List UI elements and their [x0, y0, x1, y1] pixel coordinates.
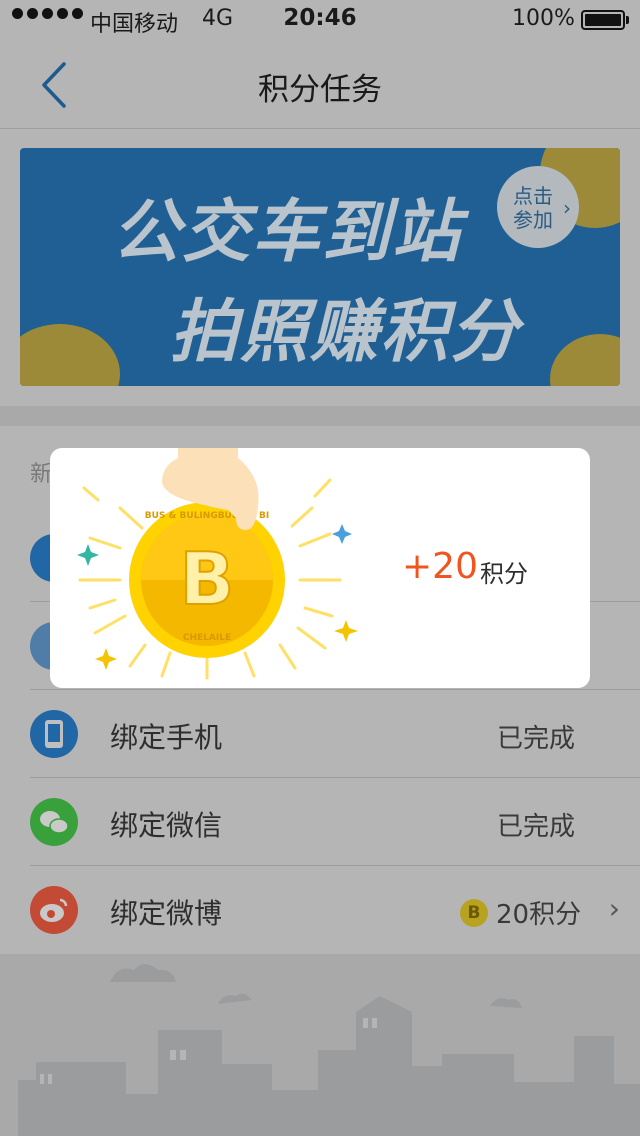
status-label: 已完成 — [496, 812, 575, 842]
chevron-right-icon: › — [563, 196, 571, 220]
task-label: 绑定手机 — [110, 721, 223, 754]
task-row-bind-weibo[interactable]: 绑定微博 B 20积分 › — [0, 866, 640, 954]
join-button[interactable]: 点击 参加 › — [497, 166, 579, 248]
city-skyline-illustration — [0, 954, 640, 1136]
coin-illustration: B CHELAILE BUS & BULINGBULING BI — [77, 448, 358, 680]
task-row-bind-phone[interactable]: 绑定手机 已完成 — [0, 690, 640, 778]
reward-points-amount: +20 — [402, 546, 478, 587]
wechat-icon — [30, 798, 78, 846]
promo-banner[interactable]: 公交车到站 拍照赚积分 点击 参加 › — [20, 148, 620, 386]
coin-letter: B — [180, 537, 235, 621]
banner-headline: 公交车到站 — [112, 193, 463, 272]
nav-bar: 积分任务 — [0, 40, 640, 129]
chevron-right-icon: › — [608, 892, 620, 925]
phone-icon — [30, 710, 78, 758]
coin-decoration — [550, 334, 620, 386]
banner-subheadline: 拍照赚积分 — [170, 293, 521, 372]
battery-tip — [626, 16, 629, 24]
task-row-bind-wechat[interactable]: 绑定微信 已完成 — [0, 778, 640, 866]
task-label: 绑定微信 — [110, 809, 223, 842]
screen: 中国移动 4G 20:46 100% 积分任务 公交车到站 拍照赚积分 点击 参… — [0, 0, 640, 1136]
coin-icon: B — [460, 898, 488, 927]
status-bar: 中国移动 4G 20:46 100% — [0, 0, 640, 40]
coin-ring-bottom: CHELAILE — [183, 633, 231, 643]
status-label: 已完成 — [496, 724, 575, 754]
coin-decoration — [20, 324, 120, 386]
section-separator — [0, 406, 640, 426]
reward-points: B 20积分 — [460, 894, 581, 931]
battery-percent: 100% — [512, 6, 575, 31]
reward-popup: B CHELAILE BUS & BULINGBULING BI +20 积分 — [50, 448, 590, 688]
reward-points-label: 20积分 — [496, 900, 582, 930]
weibo-icon — [30, 886, 78, 934]
reward-points-unit: 积分 — [480, 560, 528, 588]
battery-icon — [581, 10, 625, 30]
page-title: 积分任务 — [258, 72, 382, 108]
task-label: 绑定微博 — [110, 897, 223, 930]
section-header: 新 — [30, 462, 53, 487]
